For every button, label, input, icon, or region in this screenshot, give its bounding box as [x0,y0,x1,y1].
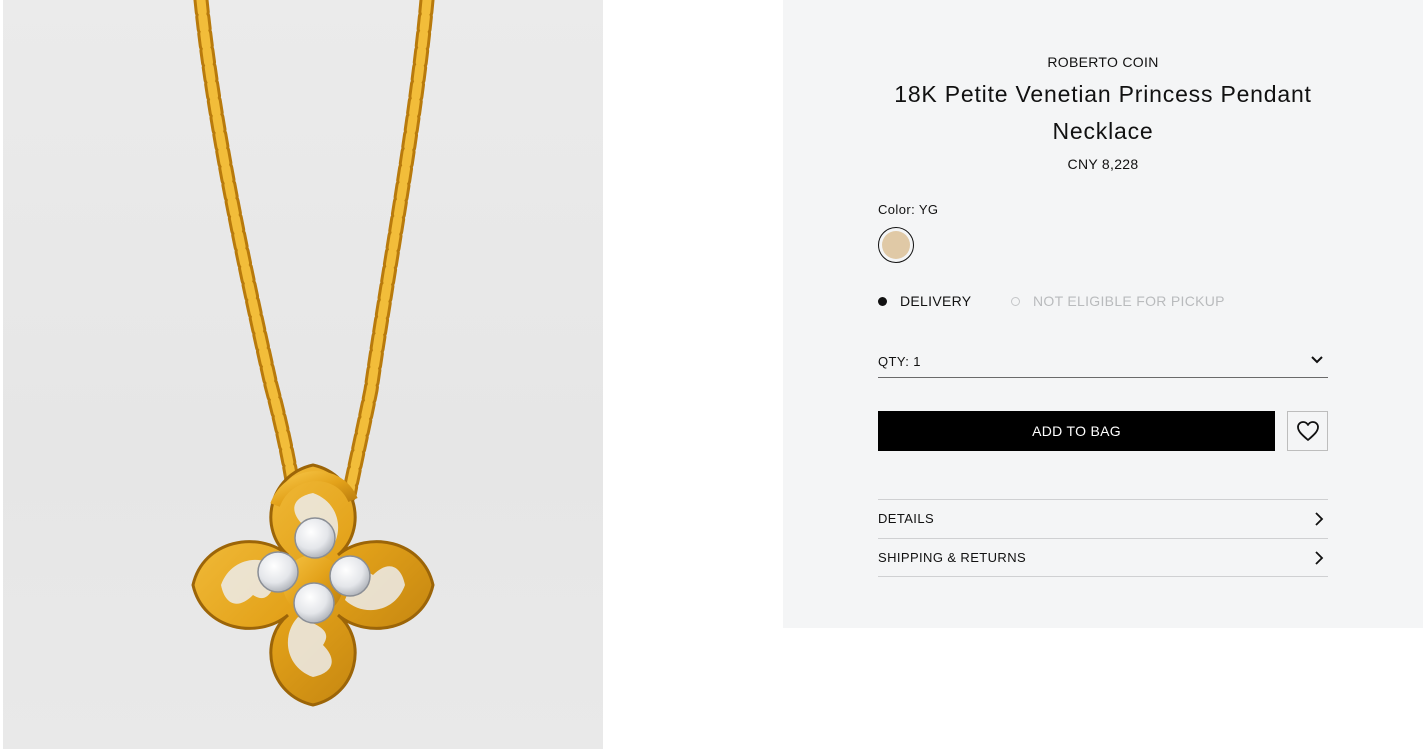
product-page: ROBERTO COIN 18K Petite Venetian Princes… [0,0,1427,749]
quantity-label: QTY: 1 [878,354,921,369]
shipping-label: SHIPPING & RETURNS [878,550,1027,565]
fulfillment-options: DELIVERY NOT ELIGIBLE FOR PICKUP [878,293,1328,311]
swatch-fill [882,231,910,259]
details-label: DETAILS [878,511,935,526]
color-label: Color: YG [878,202,939,217]
radio-disabled-icon [1011,296,1020,306]
radio-selected-icon [878,296,887,306]
brand-name[interactable]: ROBERTO COIN [878,54,1328,70]
product-title: 18K Petite Venetian Princess Pendant Nec… [894,81,1312,144]
quantity-select[interactable]: QTY: 1 [878,350,1328,378]
pickup-option: NOT ELIGIBLE FOR PICKUP [1011,293,1225,309]
details-accordion[interactable]: DETAILS [878,499,1328,538]
product-image [3,0,603,749]
wishlist-button[interactable] [1287,411,1328,451]
add-to-bag-button[interactable]: ADD TO BAG [878,411,1275,451]
delivery-option[interactable]: DELIVERY [878,293,971,309]
chevron-down-icon [1311,356,1323,364]
necklace-illustration [191,0,435,707]
chevron-right-icon [1315,551,1324,565]
shipping-returns-accordion[interactable]: SHIPPING & RETURNS [878,538,1328,577]
product-price: CNY 8,228 [1067,156,1139,172]
product-info-panel: ROBERTO COIN 18K Petite Venetian Princes… [783,0,1423,628]
chevron-right-icon [1315,512,1324,526]
color-swatch-yg[interactable] [878,227,914,263]
pickup-label: NOT ELIGIBLE FOR PICKUP [1033,293,1225,309]
heart-icon [1296,421,1319,441]
delivery-label: DELIVERY [900,293,972,309]
